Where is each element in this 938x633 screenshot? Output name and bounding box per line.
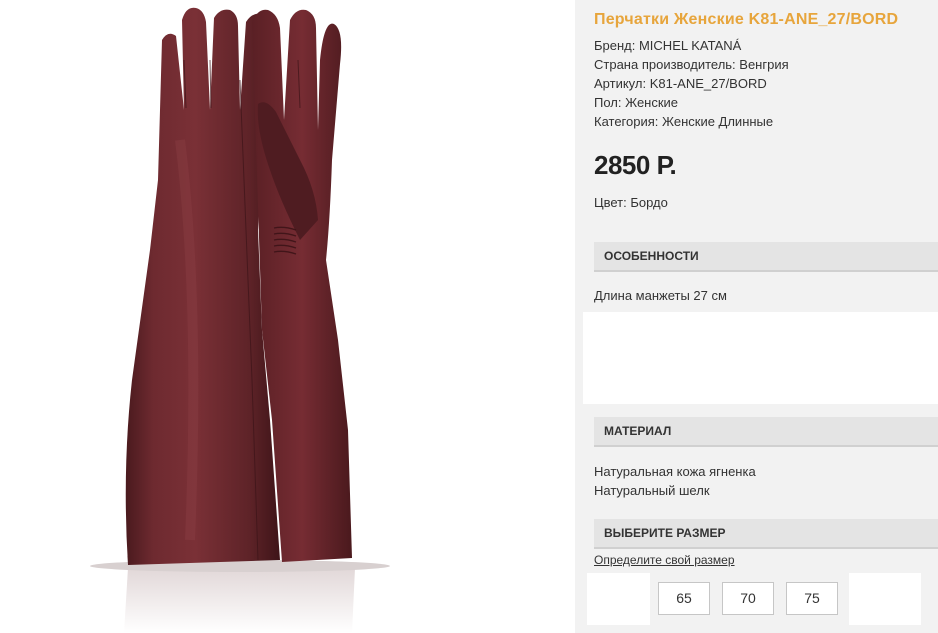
material-list: Натуральная кожа ягненка Натуральный шел…: [594, 462, 756, 500]
features-header: ОСОБЕННОСТИ: [594, 242, 938, 272]
spec-category: Категория: Женские Длинные: [594, 114, 774, 129]
features-blank-area: [583, 312, 938, 404]
product-image[interactable]: [0, 0, 575, 633]
size-blank-right: [849, 573, 921, 625]
product-title: Перчатки Женские K81-ANE_27/BORD: [594, 11, 899, 28]
size-header: ВЫБЕРИТЕ РАЗМЕР: [594, 519, 938, 549]
size-option-70[interactable]: 70: [722, 582, 774, 615]
spec-article: Артикул: K81-ANE_27/BORD: [594, 76, 767, 91]
product-specs: Бренд: MICHEL KATANÁ Страна производител…: [594, 36, 789, 131]
spec-brand: Бренд: MICHEL KATANÁ: [594, 38, 742, 53]
product-price: 2850 Р.: [594, 150, 677, 180]
spec-gender: Пол: Женские: [594, 95, 679, 110]
material-item: Натуральная кожа ягненка: [594, 464, 756, 479]
size-option-65[interactable]: 65: [658, 582, 710, 615]
glove-image: [90, 7, 390, 633]
product-info-panel: Перчатки Женские K81-ANE_27/BORD Бренд: …: [575, 0, 938, 633]
material-item: Натуральный шелк: [594, 483, 710, 498]
size-options: 65 70 75: [587, 573, 938, 625]
product-color: Цвет: Бордо: [594, 195, 668, 210]
size-blank-left: [587, 573, 650, 625]
size-guide-link[interactable]: Определите свой размер: [594, 553, 735, 567]
material-header: МАТЕРИАЛ: [594, 417, 938, 447]
spec-country: Страна производитель: Венгрия: [594, 57, 789, 72]
feature-cuff-length: Длина манжеты 27 см: [594, 288, 727, 303]
size-option-75[interactable]: 75: [786, 582, 838, 615]
